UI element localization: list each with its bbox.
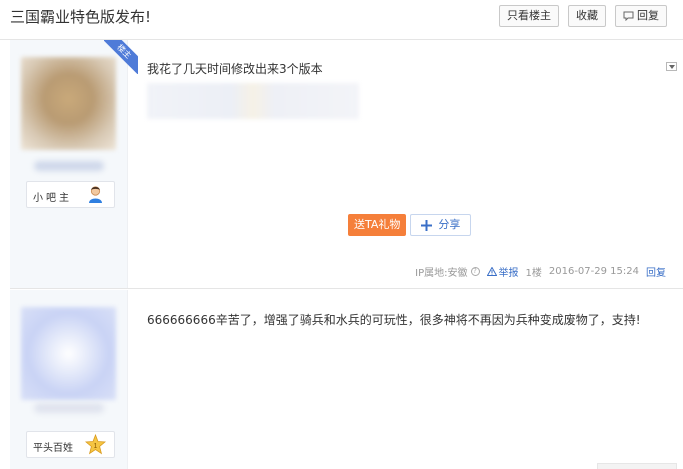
author-name-blurred[interactable]	[34, 403, 104, 413]
post-1: 小吧主 楼主 我花了几天时间修改出来3个版本 送TA礼物 分享 IP属地:安徽 …	[10, 40, 683, 289]
avatar[interactable]	[21, 57, 116, 150]
author-badge-label: 小吧主	[33, 193, 72, 204]
share-button[interactable]: 分享	[410, 214, 472, 236]
reply-button[interactable]: 回复	[615, 5, 667, 27]
gift-share-row: 送TA礼物 分享	[348, 214, 472, 236]
post-text: 666666666辛苦了，增强了骑兵和水兵的可玩性，很多神将不再因为兵种变成废物…	[147, 313, 641, 327]
floor-number: 1楼	[525, 268, 542, 279]
user-icon	[89, 186, 102, 203]
post-datetime: 2016-07-29 15:24	[548, 266, 639, 277]
op-corner-label: 楼主	[104, 40, 138, 74]
partial-element	[597, 463, 677, 469]
post-tail: IP属地:安徽 ? 举报 1楼 2016-07-29 15:24 回复	[415, 264, 666, 279]
help-icon[interactable]: ?	[470, 267, 480, 276]
blurred-content	[147, 83, 359, 119]
favorite-button[interactable]: 收藏	[568, 5, 606, 27]
post-reply-link[interactable]: 回复	[646, 264, 666, 279]
level-1-star-icon: 1	[85, 434, 106, 455]
author-badge-label: 平头百姓	[33, 443, 73, 454]
svg-text:1: 1	[94, 443, 98, 450]
post-text: 我花了几天时间修改出来3个版本	[147, 62, 323, 76]
report-label: 举报	[498, 268, 519, 279]
author-badge: 小吧主	[26, 181, 115, 208]
comment-icon	[623, 11, 634, 21]
op-corner-tag: 楼主	[104, 40, 138, 74]
thread-title: 三国霸业特色版发布!	[10, 8, 152, 26]
post-2: 平头百姓 1 666666666辛苦了，增强了骑兵和水兵的可玩性，很多神将不再因…	[10, 290, 683, 469]
share-label: 分享	[438, 218, 461, 231]
thread-header: 三国霸业特色版发布! 只看楼主 收藏 回复	[0, 0, 683, 40]
author-panel: 平头百姓 1	[10, 290, 128, 469]
warning-icon	[486, 267, 497, 276]
only-op-button[interactable]: 只看楼主	[499, 5, 559, 27]
post-menu-dropdown[interactable]	[666, 62, 677, 71]
ip-location: IP属地:安徽 ?	[415, 264, 480, 279]
reply-button-label: 回复	[637, 9, 659, 22]
report-link[interactable]: 举报	[486, 264, 519, 279]
thread-actions: 只看楼主 收藏 回复	[499, 5, 667, 27]
author-panel: 小吧主	[10, 40, 128, 288]
avatar[interactable]	[21, 307, 116, 400]
send-gift-button[interactable]: 送TA礼物	[348, 214, 407, 236]
post-content: 我花了几天时间修改出来3个版本	[147, 60, 667, 119]
plus-icon	[421, 219, 433, 231]
author-name-blurred[interactable]	[34, 161, 104, 171]
ip-location-label: IP属地:安徽	[415, 268, 468, 279]
author-badge: 平头百姓 1	[26, 431, 115, 458]
